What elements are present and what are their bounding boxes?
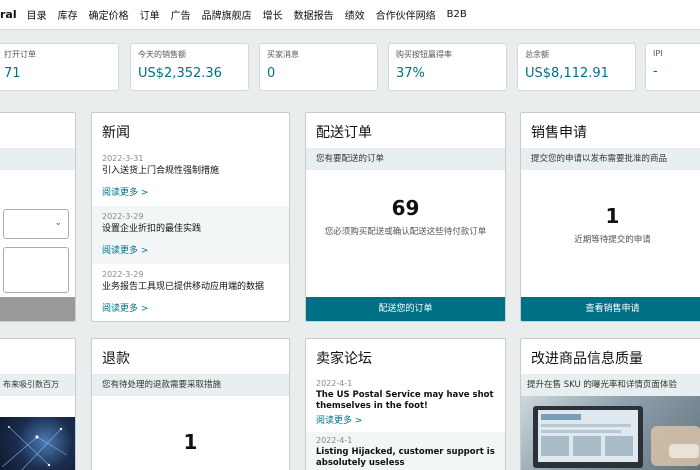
- news-title[interactable]: 引入送货上门合规性强制措施: [102, 165, 279, 177]
- pending-orders-count[interactable]: 69: [306, 196, 505, 220]
- refund-card: 退款 您有待处理的退款需要采取措施 1: [91, 338, 290, 470]
- metric-ipi[interactable]: IPI -: [645, 43, 700, 91]
- metric-buy-box-rate[interactable]: 购买按钮赢得率 37%: [388, 43, 507, 91]
- nav-item-advertising[interactable]: 广告: [171, 7, 191, 22]
- laptop-photo: [521, 396, 700, 470]
- read-more-link[interactable]: 阅读更多 >: [102, 185, 279, 198]
- metric-value: US$8,112.91: [525, 66, 609, 81]
- nav-item-catalog[interactable]: 目录: [27, 7, 47, 22]
- listing-quality-card: 改进商品信息质量 提升在售 SKU 的曝光率和详情页面体验: [520, 338, 700, 470]
- read-more-link[interactable]: 阅读更多 >: [102, 301, 279, 314]
- forum-item: 2022-4-1 The US Postal Service may have …: [306, 374, 505, 432]
- nav-item-partner-network[interactable]: 合作伙伴网络: [376, 7, 436, 22]
- forum-date: 2022-4-1: [316, 379, 353, 388]
- card-title: 销售申请: [531, 125, 587, 141]
- ship-orders-button[interactable]: 配送您的订单: [306, 297, 505, 321]
- news-title[interactable]: 业务报告工具现已提供移动应用端的数据: [102, 281, 279, 293]
- forum-item: 2022-4-1 Listing Hijacked, customer supp…: [306, 432, 505, 470]
- card-subheader: [0, 148, 75, 170]
- news-title[interactable]: 设置企业折扣的最佳实践: [102, 223, 279, 235]
- card-subheader: 您有要配送的订单: [306, 148, 505, 170]
- submit-button[interactable]: [0, 297, 75, 321]
- metric-label: 打开订单: [4, 50, 36, 59]
- metric-todays-sales[interactable]: 今天的销售额 US$2,352.36: [130, 43, 249, 91]
- metric-label: 买家消息: [267, 50, 299, 59]
- nav-item-inventory[interactable]: 库存: [58, 7, 78, 22]
- metric-label: IPI: [653, 49, 663, 58]
- card-subheader: 布来吸引数百万: [0, 374, 75, 396]
- dropdown-select[interactable]: ⌄: [3, 209, 69, 239]
- nav-item-pricing[interactable]: 确定价格: [89, 7, 129, 22]
- text-area[interactable]: [3, 247, 69, 293]
- forum-date: 2022-4-1: [316, 436, 353, 445]
- nav-item-reports[interactable]: 数据报告: [294, 7, 334, 22]
- metric-value: -: [653, 64, 658, 79]
- metric-label: 购买按钮赢得率: [396, 50, 452, 59]
- metric-total-balance[interactable]: 总余额 US$8,112.91: [517, 43, 636, 91]
- network-image: [0, 417, 75, 470]
- metric-value: 37%: [396, 66, 425, 81]
- left-partial-bottom-card: 布来吸引数百万: [0, 338, 76, 470]
- news-card: 新闻 2022-3-31 引入送货上门合规性强制措施 阅读更多 > 2022-3…: [91, 112, 290, 322]
- nav-brand[interactable]: ral: [0, 8, 17, 21]
- news-date: 2022-3-29: [102, 270, 144, 279]
- forum-title[interactable]: Listing Hijacked, customer support is ab…: [316, 447, 495, 469]
- nav-item-performance[interactable]: 绩效: [345, 7, 365, 22]
- chevron-down-icon: ⌄: [54, 218, 62, 228]
- forum-title[interactable]: The US Postal Service may have shot them…: [316, 390, 495, 412]
- view-sales-requests-button[interactable]: 查看销售申请: [521, 297, 700, 321]
- news-item: 2022-3-29 设置企业折扣的最佳实践 阅读更多 >: [92, 206, 289, 264]
- seller-forum-card: 卖家论坛 2022-4-1 The US Postal Service may …: [305, 338, 506, 470]
- sales-request-card: 销售申请 提交您的申请以发布需要批准的商品 1 近期等待提交的申请 查看销售申请: [520, 112, 700, 322]
- count-description: 您必须购买配送或确认配送这些待付款订单: [324, 227, 487, 237]
- network-lines-icon: [1, 426, 68, 470]
- top-nav: ral 目录 库存 确定价格 订单 广告 品牌旗舰店 增长 数据报告 绩效 合作…: [0, 0, 700, 30]
- count-description: 近期等待提交的申请: [574, 235, 651, 245]
- nav-item-b2b[interactable]: B2B: [447, 9, 467, 20]
- pending-refunds-count[interactable]: 1: [92, 430, 289, 454]
- metric-value: 71: [4, 66, 21, 81]
- metric-label: 总余额: [525, 50, 549, 59]
- nav-item-growth[interactable]: 增长: [263, 7, 283, 22]
- metrics-row: 打开订单 71 今天的销售额 US$2,352.36 买家消息 0 购买按钮赢得…: [0, 36, 700, 92]
- metric-label: 今天的销售额: [138, 50, 186, 59]
- read-more-link[interactable]: 阅读更多 >: [316, 413, 495, 426]
- metric-buyer-messages[interactable]: 买家消息 0: [259, 43, 378, 91]
- news-date: 2022-3-31: [102, 154, 144, 163]
- nav-item-orders[interactable]: 订单: [140, 7, 160, 22]
- metric-value: 0: [267, 66, 276, 81]
- nav-item-stores[interactable]: 品牌旗舰店: [202, 7, 252, 22]
- left-partial-card: ⌄: [0, 112, 76, 322]
- card-title: 退款: [102, 351, 130, 367]
- card-subheader: 您有待处理的退款需要采取措施: [92, 374, 289, 396]
- card-title: 卖家论坛: [316, 351, 372, 367]
- card-title: 新闻: [102, 125, 130, 141]
- read-more-link[interactable]: 阅读更多 >: [102, 243, 279, 256]
- card-title: 改进商品信息质量: [531, 351, 643, 367]
- metric-value: US$2,352.36: [138, 66, 222, 81]
- shipping-orders-card: 配送订单 您有要配送的订单 69 您必须购买配送或确认配送这些待付款订单 配送您…: [305, 112, 506, 322]
- card-subheader: 提交您的申请以发布需要批准的商品: [521, 148, 700, 170]
- news-item: 2022-3-31 引入送货上门合规性强制措施 阅读更多 >: [92, 148, 289, 206]
- card-title: 配送订单: [316, 125, 372, 141]
- card-subheader: 提升在售 SKU 的曝光率和详情页面体验: [521, 374, 700, 396]
- pending-requests-count[interactable]: 1: [521, 204, 700, 228]
- news-item: 2022-3-29 业务报告工具现已提供移动应用端的数据 阅读更多 >: [92, 264, 289, 321]
- metric-open-orders[interactable]: 打开订单 71: [0, 43, 119, 91]
- laptop-icon: [533, 406, 700, 468]
- news-date: 2022-3-29: [102, 212, 144, 221]
